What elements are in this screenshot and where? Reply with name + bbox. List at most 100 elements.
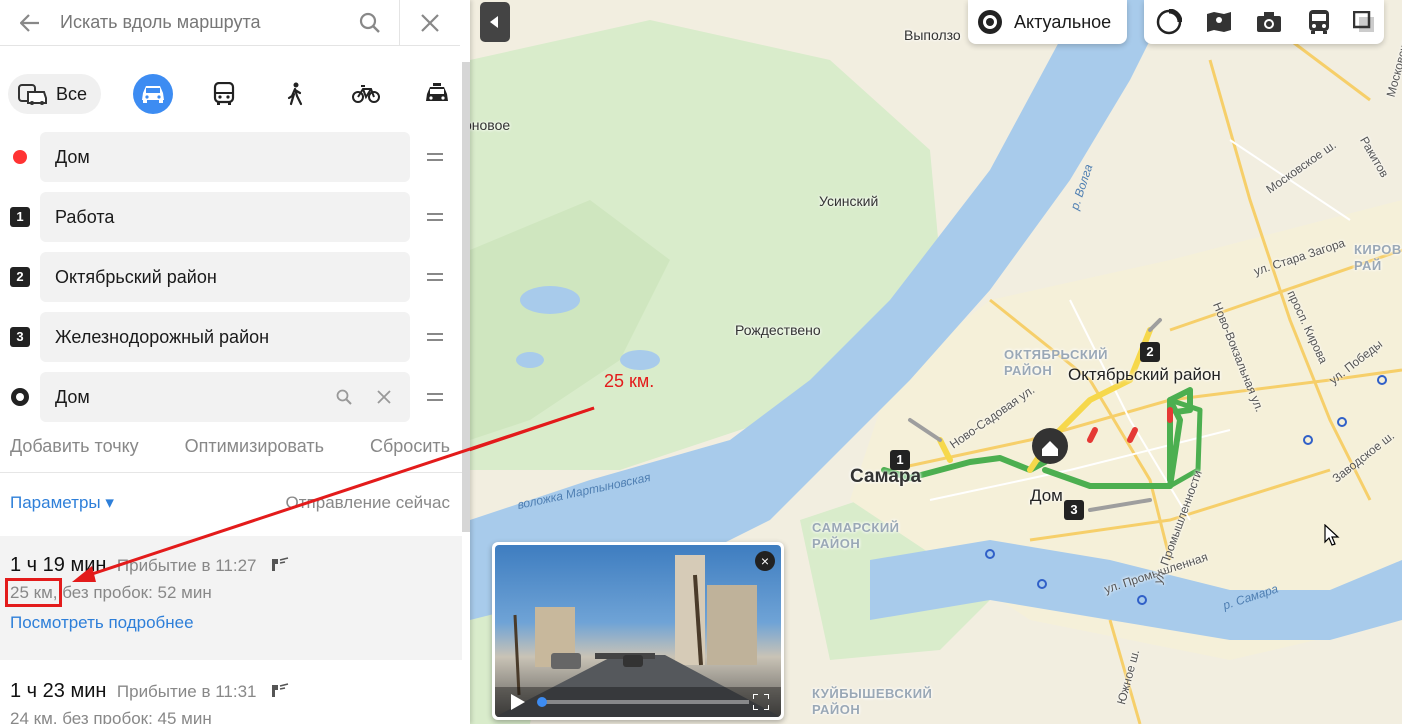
drag-handle[interactable] xyxy=(410,332,460,342)
panorama-layer-button[interactable] xyxy=(1194,0,1244,44)
point-number-icon: 1 xyxy=(10,207,30,227)
drag-handle-icon xyxy=(427,213,443,221)
route-point-2: 2 Октябрьский район xyxy=(0,252,460,302)
end-point-icon xyxy=(11,388,29,406)
point-number-icon: 3 xyxy=(10,327,30,347)
route-details-link[interactable]: Посмотреть подробнее xyxy=(10,613,462,633)
drag-handle[interactable] xyxy=(410,152,460,162)
drag-handle-icon xyxy=(427,333,443,341)
drag-handle-icon xyxy=(427,273,443,281)
route-point-field[interactable]: Железнодорожный район xyxy=(40,312,410,362)
route-option-1[interactable]: 1 ч 19 мин Прибытие в 11:27 25 км, без п… xyxy=(0,536,462,660)
start-dot-icon xyxy=(13,150,27,164)
target-icon xyxy=(978,10,1002,34)
sidebar-scrollbar[interactable] xyxy=(462,62,470,532)
mode-bus-button[interactable] xyxy=(204,74,244,114)
back-button[interactable] xyxy=(0,0,60,46)
mode-car-button[interactable] xyxy=(133,74,174,114)
search-button[interactable] xyxy=(340,0,400,46)
close-button[interactable] xyxy=(400,0,460,46)
clear-icon[interactable] xyxy=(377,390,391,404)
map-label-oktyabrsky-rayon: Октябрьский район xyxy=(1068,365,1221,384)
mouse-cursor-icon xyxy=(1324,524,1340,546)
route-sidebar: Искать вдоль маршрута Все Дом 1 Работа 2… xyxy=(0,0,470,724)
chevron-left-icon xyxy=(490,16,498,28)
route-pin-3[interactable]: 3 xyxy=(1064,500,1084,520)
bicycle-icon xyxy=(352,85,381,103)
drag-handle-icon xyxy=(427,153,443,161)
mode-all-button[interactable]: Все xyxy=(8,74,102,114)
departure-time-button[interactable]: Отправление сейчас xyxy=(286,493,450,513)
map-label-samara: Самара xyxy=(850,466,922,487)
video-controls xyxy=(495,687,781,717)
map-area[interactable]: Выползо рновое Усинский Рождествено ОКТЯ… xyxy=(470,0,1402,724)
map-label-vypolzovo: Выползо xyxy=(904,27,961,43)
parameters-button[interactable]: Параметры ▾ xyxy=(10,493,114,513)
transport-layer-button[interactable] xyxy=(1294,0,1344,44)
route-point-1: 1 Работа xyxy=(0,192,460,242)
video-progress-handle[interactable] xyxy=(537,697,547,707)
toll-road-icon xyxy=(271,683,289,697)
mode-taxi-button[interactable] xyxy=(417,74,457,114)
route-arrival: Прибытие в 11:27 xyxy=(116,556,257,575)
route-point-field-active[interactable]: Дом xyxy=(40,372,410,422)
route-point-label: Дом xyxy=(55,386,90,407)
bus-icon xyxy=(1309,10,1329,34)
route-no-traffic: без пробок: 45 мин xyxy=(57,709,212,724)
mode-walk-button[interactable] xyxy=(275,74,315,114)
video-preview[interactable]: × xyxy=(492,542,784,720)
route-point-field[interactable]: Октябрьский район xyxy=(40,252,410,302)
route-arrival: Прибытие в 11:31 xyxy=(116,682,257,701)
camera-icon xyxy=(1257,12,1281,32)
drag-handle[interactable] xyxy=(410,272,460,282)
play-icon[interactable] xyxy=(511,694,525,710)
fullscreen-icon[interactable] xyxy=(753,694,769,710)
close-icon xyxy=(421,13,439,32)
layers-icon xyxy=(1353,11,1374,32)
car-icon xyxy=(142,86,165,103)
panorama-icon xyxy=(1207,12,1231,32)
route-point-start: Дом xyxy=(0,132,460,182)
point-number-icon: 2 xyxy=(10,267,30,287)
add-point-button[interactable]: Добавить точку xyxy=(10,436,139,457)
map-label-samarsky: САМАРСКИЙ РАЙОН xyxy=(812,520,900,551)
video-progress-track[interactable] xyxy=(537,697,749,707)
search-input[interactable]: Искать вдоль маршрута xyxy=(60,12,340,33)
drag-handle[interactable] xyxy=(410,212,460,222)
traffic-icon xyxy=(1156,9,1182,35)
route-point-3: 3 Железнодорожный район xyxy=(0,312,460,362)
divider xyxy=(0,472,462,473)
pedestrian-icon xyxy=(287,82,303,106)
route-point-field[interactable]: Дом xyxy=(40,132,410,182)
map-label-kirovsky: КИРОВ РАЙ xyxy=(1354,242,1402,273)
toll-road-icon xyxy=(271,557,289,571)
route-pin-2[interactable]: 2 xyxy=(1140,342,1160,362)
actual-toggle[interactable]: Актуальное xyxy=(968,0,1128,44)
map-label-rozhdestveno: Рождествено xyxy=(735,322,821,338)
route-pin-1[interactable]: 1 xyxy=(890,450,910,470)
map-label-kuibyshevsky: КУЙБЫШЕВСКИЙ РАЙОН xyxy=(812,686,933,717)
route-point-field[interactable]: Работа xyxy=(40,192,410,242)
video-frame: × xyxy=(495,545,781,717)
video-close-button[interactable]: × xyxy=(755,551,775,571)
actual-label: Актуальное xyxy=(1014,11,1112,32)
collapse-panel-button[interactable] xyxy=(480,2,510,42)
route-option-2[interactable]: 1 ч 23 мин Прибытие в 11:31 24 км, без п… xyxy=(0,660,462,724)
route-duration: 1 ч 23 мин xyxy=(10,680,107,702)
annotation-distance: 25 км. xyxy=(604,371,655,391)
traffic-layer-button[interactable] xyxy=(1144,0,1194,44)
camera-layer-button[interactable] xyxy=(1244,0,1294,44)
layers-more-button[interactable] xyxy=(1344,0,1384,44)
search-icon[interactable] xyxy=(336,389,352,405)
arrow-left-icon xyxy=(20,13,39,32)
optimize-button[interactable]: Оптимизировать xyxy=(185,436,324,457)
reset-button[interactable]: Сбросить xyxy=(370,436,450,457)
route-distance: 24 км, xyxy=(10,709,58,724)
route-distance: 25 км, xyxy=(4,578,63,607)
taxi-icon xyxy=(426,83,449,101)
all-transport-icon xyxy=(18,84,47,105)
bus-icon xyxy=(213,82,235,105)
drag-handle[interactable] xyxy=(410,392,460,402)
search-bar: Искать вдоль маршрута xyxy=(0,0,460,46)
mode-bike-button[interactable] xyxy=(346,74,386,114)
